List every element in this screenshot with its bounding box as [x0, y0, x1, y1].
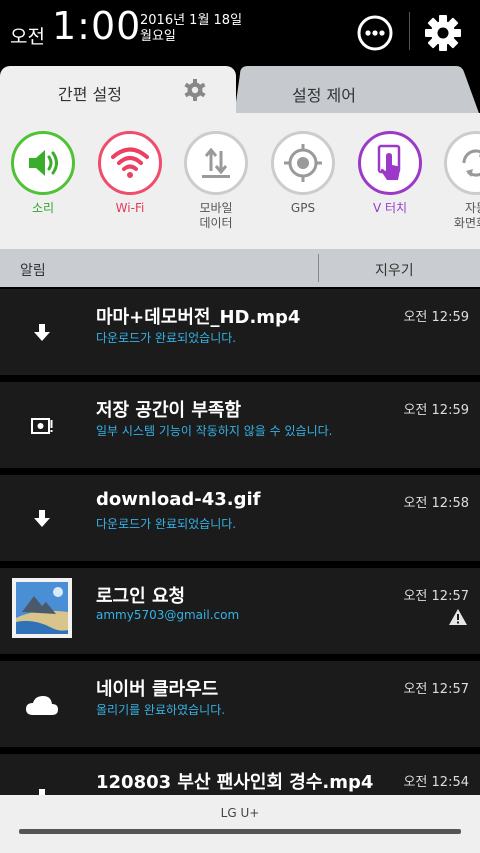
notification-item[interactable]: 120803 부산 팬사인회 경수.mp4 오전 12:54 [0, 754, 480, 795]
notification-item[interactable]: 저장 공간이 부족함 일부 시스템 기능이 작동하지 않을 수 있습니다. 오전… [0, 382, 480, 468]
quick-toggle-gps[interactable]: GPS [263, 131, 343, 216]
wifi-icon [98, 131, 162, 195]
bottom-bar: LG U+ [0, 795, 480, 853]
notification-title: 마마+데모버전_HD.mp4 [96, 307, 301, 328]
notification-time: 오전 12:54 [403, 775, 469, 790]
drag-handle[interactable] [19, 829, 461, 834]
notification-item[interactable]: download-43.gif 다운로드가 완료되었습니다. 오전 12:58 [0, 475, 480, 561]
notification-title: 저장 공간이 부족함 [96, 400, 242, 421]
quick-settings-panel: 소리 Wi-Fi 모바일 데이터 GPS V 터치 자 화면 [0, 113, 480, 249]
gear-icon [425, 15, 461, 51]
notification-time: 오전 12:57 [403, 589, 469, 604]
quick-toggle-label: Wi-Fi [115, 201, 145, 215]
download-icon [22, 778, 62, 795]
more-options-button[interactable] [356, 14, 394, 52]
notification-subtitle: 다운로드가 완료되었습니다. [96, 517, 237, 531]
notification-title: 로그인 요청 [96, 586, 186, 607]
download-icon [22, 499, 62, 539]
clear-all-button[interactable]: 지우기 [375, 260, 414, 280]
clock: 1:00 [52, 4, 142, 48]
header-divider [318, 254, 319, 282]
tab-quick-settings-label: 간편 설정 [58, 85, 122, 104]
notification-subtitle: 올리기를 완료하였습니다. [96, 703, 226, 717]
settings-tabs: 설정 제어 간편 설정 [0, 66, 480, 116]
notification-item[interactable]: 로그인 요청 ammy5703@gmail.com 오전 12:57 [0, 568, 480, 654]
notification-subtitle: ammy5703@gmail.com [96, 608, 240, 622]
quick-toggle-label: 모바일 데이터 [199, 201, 233, 230]
settings-button[interactable] [422, 12, 464, 54]
gear-icon [184, 79, 206, 101]
more-dots-icon [357, 15, 393, 51]
quick-toggle-auto-rotate[interactable]: 자동 화면회전 [436, 131, 480, 231]
notification-title: 120803 부산 팬사인회 경수.mp4 [96, 772, 374, 793]
notification-subtitle: 일부 시스템 기능이 작동하지 않을 수 있습니다. [96, 424, 333, 438]
quick-toggle-label: V 터치 [372, 201, 408, 215]
notification-time: 오전 12:59 [403, 310, 469, 325]
status-header: 오전 1:00 2016년 1월 18일 월요일 [0, 0, 480, 66]
volume-icon [11, 131, 75, 195]
quick-toggle-label: 자동 화면회전 [453, 201, 480, 230]
auto-rotate-icon [444, 131, 480, 195]
quick-toggle-v-touch[interactable]: V 터치 [350, 131, 430, 216]
notification-title: 네이버 클라우드 [96, 679, 219, 700]
notification-time: 오전 12:59 [403, 403, 469, 418]
carrier-label: LG U+ [220, 806, 260, 820]
notifications-title: 알림 [20, 263, 46, 279]
notification-item[interactable]: 마마+데모버전_HD.mp4 다운로드가 완료되었습니다. 오전 12:59 [0, 289, 480, 375]
quick-toggle-label: GPS [290, 201, 316, 215]
landscape-thumbnail-icon [12, 578, 72, 638]
notifications-header: 알림 지우기 [0, 249, 480, 287]
storage-icon [22, 406, 62, 446]
tab-settings-control[interactable] [234, 66, 480, 116]
notification-item[interactable]: 네이버 클라우드 올리기를 완료하였습니다. 오전 12:57 [0, 661, 480, 747]
notification-list: 마마+데모버전_HD.mp4 다운로드가 완료되었습니다. 오전 12:59 저… [0, 287, 480, 795]
notification-time: 오전 12:57 [403, 682, 469, 697]
mobile-data-icon [184, 131, 248, 195]
notification-time: 오전 12:58 [403, 496, 469, 511]
download-icon [22, 313, 62, 353]
cloud-icon [22, 685, 62, 725]
quick-toggle-wifi[interactable]: Wi-Fi [90, 131, 170, 216]
quick-toggle-mobile-data[interactable]: 모바일 데이터 [176, 131, 256, 231]
warning-icon [448, 608, 468, 626]
quick-toggle-label: 소리 [31, 201, 55, 215]
gps-icon [271, 131, 335, 195]
v-touch-icon [358, 131, 422, 195]
tab-settings-control-label: 설정 제어 [292, 86, 356, 105]
notification-title: download-43.gif [96, 489, 261, 510]
weekday-text: 월요일 [140, 29, 176, 44]
time-ampm: 오전 [10, 26, 45, 48]
notification-subtitle: 다운로드가 완료되었습니다. [96, 331, 237, 345]
header-divider [409, 12, 410, 50]
quick-toggle-sound[interactable]: 소리 [3, 131, 83, 216]
quick-settings-edit-button[interactable] [183, 78, 207, 102]
